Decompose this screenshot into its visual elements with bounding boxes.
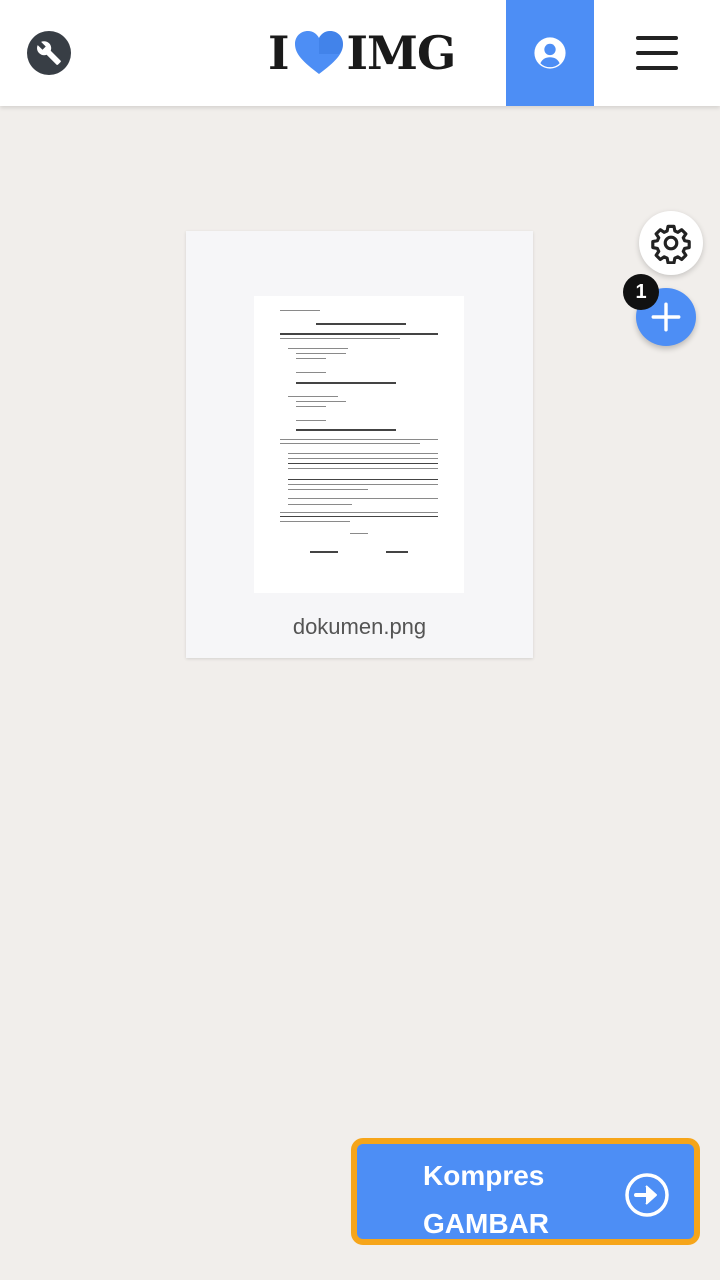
settings-button[interactable] — [639, 211, 703, 275]
app-logo[interactable]: I IMG — [268, 26, 457, 80]
hamburger-menu-icon[interactable] — [620, 28, 694, 78]
heart-icon — [293, 30, 345, 76]
file-count-badge: 1 — [623, 274, 659, 310]
compress-button-label: Kompres GAMBAR — [423, 1152, 593, 1248]
file-name: dokumen.png — [292, 614, 427, 639]
compress-label-line2: GAMBAR — [423, 1208, 549, 1239]
tools-button[interactable] — [27, 31, 71, 75]
wrench-icon — [37, 41, 61, 65]
plus-icon — [651, 302, 681, 332]
user-circle-icon — [534, 37, 566, 69]
file-card[interactable]: dokumen.png — [186, 231, 533, 658]
top-bar: I IMG — [0, 0, 720, 106]
menu-bar — [636, 36, 678, 40]
gear-icon — [651, 224, 691, 264]
logo-text-left: I — [268, 26, 290, 80]
logo-text-right: IMG — [346, 26, 457, 80]
file-thumbnail — [254, 296, 464, 593]
compress-label-line1: Kompres — [423, 1160, 545, 1191]
compress-images-button[interactable]: Kompres GAMBAR — [351, 1138, 700, 1245]
arrow-right-circle-icon — [625, 1173, 669, 1217]
menu-bar — [636, 66, 678, 70]
user-account-button[interactable] — [506, 0, 594, 106]
menu-bar — [636, 51, 678, 55]
